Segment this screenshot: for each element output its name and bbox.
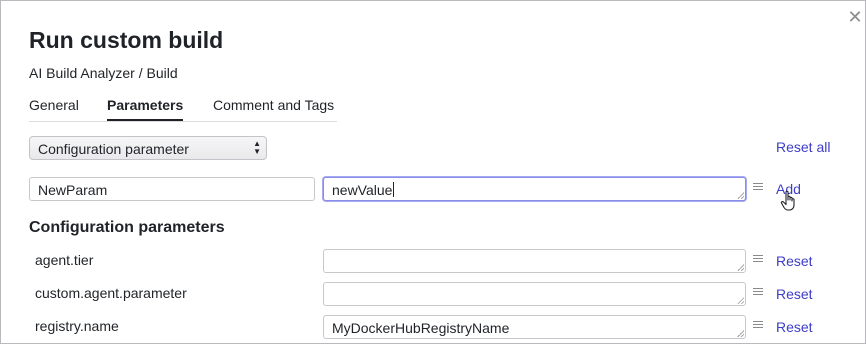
reset-parameter-link[interactable]: Reset (776, 286, 813, 302)
resize-grip-icon[interactable] (737, 192, 744, 199)
tab-comment-and-tags[interactable]: Comment and Tags (213, 97, 334, 113)
section-title: Configuration parameters (29, 219, 225, 236)
hand-pointer-cursor-icon (780, 190, 795, 211)
resize-grip-icon[interactable] (737, 330, 744, 337)
resize-grip-icon[interactable] (737, 297, 744, 304)
parameter-type-select[interactable]: Configuration parameter ▲ ▼ (29, 136, 267, 160)
run-custom-build-dialog: ✕ Run custom build AI Build Analyzer / B… (0, 0, 866, 344)
param-value-input[interactable] (323, 282, 746, 306)
dialog-title: Run custom build (29, 27, 224, 53)
param-value-text: MyDockerHubRegistryName (332, 320, 510, 336)
edit-value-icon[interactable] (753, 321, 763, 330)
edit-value-icon[interactable] (753, 255, 763, 264)
edit-value-icon[interactable] (753, 183, 763, 192)
dialog-subtitle: AI Build Analyzer / Build (29, 65, 178, 81)
edit-value-icon[interactable] (753, 288, 763, 297)
reset-all-link[interactable]: Reset all (776, 139, 830, 155)
text-caret (393, 182, 395, 197)
new-param-value-input[interactable]: newValue (323, 177, 746, 201)
param-value-input[interactable] (323, 249, 746, 273)
param-name-label: registry.name (35, 318, 119, 334)
reset-parameter-link[interactable]: Reset (776, 319, 813, 335)
reset-parameter-link[interactable]: Reset (776, 253, 813, 269)
param-name-label: custom.agent.parameter (35, 285, 187, 301)
tab-parameters[interactable]: Parameters (107, 97, 184, 121)
param-name-label: agent.tier (35, 252, 94, 268)
close-icon[interactable]: ✕ (847, 8, 863, 26)
tab-general[interactable]: General (29, 97, 79, 113)
resize-grip-icon[interactable] (737, 264, 744, 271)
updown-arrows-icon: ▲ ▼ (253, 139, 261, 156)
param-value-input[interactable]: MyDockerHubRegistryName (323, 315, 746, 339)
parameter-type-value: Configuration parameter (38, 141, 189, 157)
new-param-value-text: newValue (332, 182, 393, 198)
new-param-name-text: NewParam (38, 182, 108, 198)
new-param-name-input[interactable]: NewParam (29, 177, 315, 201)
tab-bar: General Parameters Comment and Tags (29, 93, 337, 122)
